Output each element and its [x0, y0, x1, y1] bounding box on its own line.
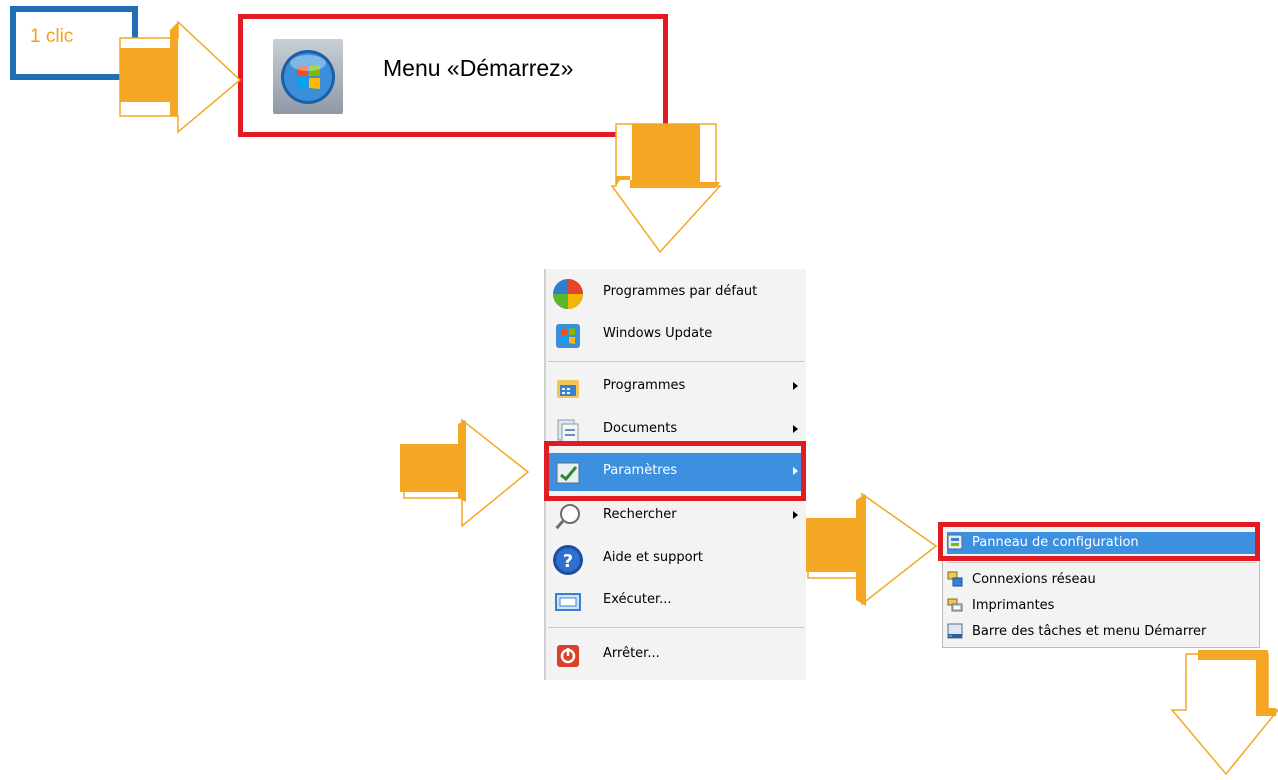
programs-folder-icon: [557, 380, 579, 398]
submenu-item-network[interactable]: Connexions réseau: [947, 569, 1257, 591]
menu-item-label: Exécuter...: [603, 592, 672, 607]
submenu-separator: [947, 562, 1257, 563]
menu-item-label: Programmes: [603, 378, 686, 393]
start-menu-callout: Menu «Démarrez»: [238, 14, 668, 137]
menu-item-label: Programmes par défaut: [603, 284, 758, 299]
settings-highlight-frame: [544, 441, 806, 501]
search-icon: [553, 504, 580, 531]
help-icon: ?: [553, 545, 583, 575]
down-arrow-icon: [1170, 650, 1278, 776]
submenu-arrow-icon: [793, 425, 798, 433]
menu-separator: [548, 361, 804, 362]
step-label: 1 clic: [30, 26, 74, 47]
default-programs-icon: [553, 279, 583, 309]
menu-item-default-programs[interactable]: Programmes par défaut: [548, 274, 804, 312]
network-connections-icon: [947, 571, 963, 587]
right-arrow-icon: [806, 492, 938, 606]
windows-update-icon: [556, 324, 580, 348]
submenu-item-taskbar[interactable]: Barre des tâches et menu Démarrer: [947, 621, 1257, 643]
right-arrow-icon: [400, 418, 530, 528]
taskbar-icon: [947, 623, 963, 639]
submenu-item-printers[interactable]: Imprimantes: [947, 595, 1257, 617]
menu-item-label: Windows Update: [603, 326, 713, 341]
shutdown-icon: [557, 645, 579, 667]
submenu-item-label: Connexions réseau: [972, 572, 1096, 587]
start-button[interactable]: [273, 39, 343, 114]
start-menu-label: Menu «Démarrez»: [383, 55, 574, 81]
control-panel-highlight-frame: [938, 522, 1260, 561]
menu-item-label: Rechercher: [603, 507, 677, 522]
menu-item-label: Documents: [603, 421, 678, 436]
menu-item-help[interactable]: ? Aide et support: [548, 540, 804, 578]
svg-text:?: ?: [563, 551, 573, 572]
menu-item-label: Aide et support: [603, 550, 704, 565]
menu-item-search[interactable]: Rechercher: [548, 497, 804, 535]
down-arrow-icon: [610, 123, 722, 254]
menu-item-shutdown[interactable]: Arrêter...: [548, 636, 804, 674]
menu-item-run[interactable]: Exécuter...: [548, 582, 804, 620]
printers-icon: [947, 598, 963, 612]
menu-item-windows-update[interactable]: Windows Update: [548, 316, 804, 354]
submenu-item-label: Imprimantes: [972, 598, 1055, 613]
right-arrow-icon: [119, 20, 242, 134]
menu-item-programs[interactable]: Programmes: [548, 368, 804, 406]
submenu-item-label: Barre des tâches et menu Démarrer: [972, 624, 1207, 639]
submenu-arrow-icon: [793, 511, 798, 519]
menu-separator: [548, 627, 804, 628]
run-icon: [555, 593, 581, 611]
menu-item-label: Arrêter...: [603, 646, 660, 661]
windows-orb-icon: [281, 50, 335, 104]
submenu-arrow-icon: [793, 382, 798, 390]
